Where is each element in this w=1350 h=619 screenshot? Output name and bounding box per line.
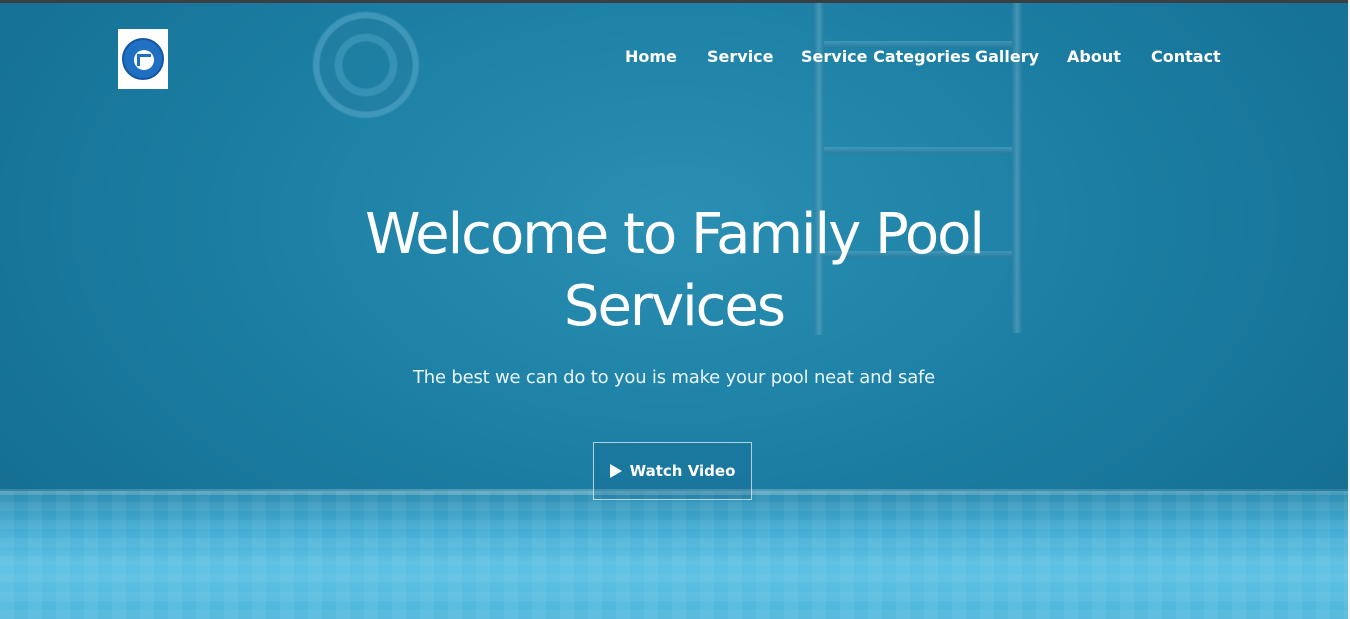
hero-title-line-1: Welcome to Family Pool [365, 202, 985, 267]
nav-item-service[interactable]: Service [707, 47, 774, 66]
pool-floor-image [0, 491, 1348, 619]
nav-item-home[interactable]: Home [625, 47, 677, 66]
ladder-step [824, 147, 1012, 154]
page: Home Service Service Categories Gallery … [0, 0, 1350, 619]
watch-video-button[interactable]: Watch Video [593, 442, 752, 500]
play-icon [609, 464, 622, 478]
hero-title-line-2: Services [563, 274, 786, 339]
site-logo[interactable] [118, 29, 168, 89]
hero-title: Welcome to Family Pool Services [0, 199, 1348, 343]
logo-badge-icon [122, 38, 164, 80]
hero-section: Home Service Service Categories Gallery … [0, 3, 1348, 619]
nav-item-gallery[interactable]: Gallery [975, 47, 1039, 66]
watch-video-label: Watch Video [629, 462, 736, 480]
nav-item-about[interactable]: About [1067, 47, 1121, 66]
nav-item-service-categories[interactable]: Service Categories [801, 47, 970, 66]
top-border [0, 0, 1350, 3]
hero-subtitle: The best we can do to you is make your p… [412, 367, 936, 388]
nav-item-contact[interactable]: Contact [1151, 47, 1221, 66]
pool-drain-image [312, 11, 420, 119]
